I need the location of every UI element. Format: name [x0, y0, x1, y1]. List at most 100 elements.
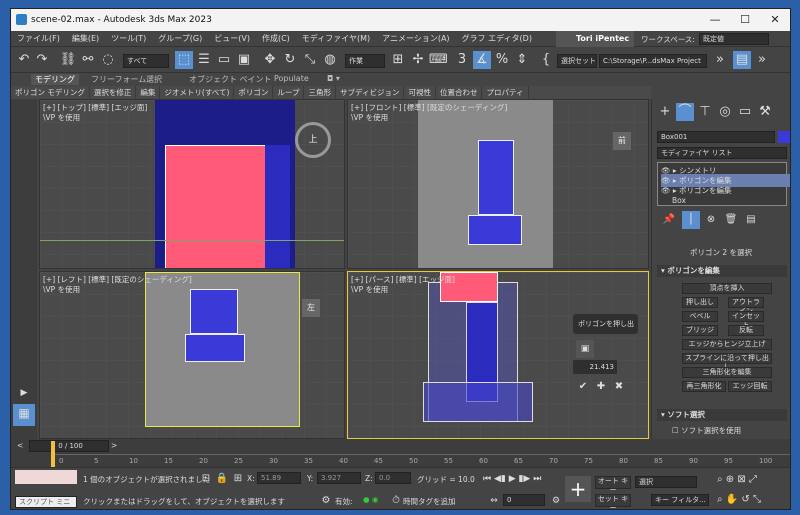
tab-populate[interactable]: Populate	[274, 74, 309, 83]
absolute-mode-icon[interactable]: ⊞	[229, 470, 247, 488]
hierarchy-tab-icon[interactable]: ⊤	[696, 103, 714, 121]
close-button[interactable]: ✕	[761, 12, 789, 28]
ribbon-poly-modeling[interactable]: ポリゴン モデリング	[11, 86, 90, 99]
maximize-button[interactable]: ☐	[731, 12, 759, 28]
time-cursor[interactable]	[51, 441, 55, 467]
menu-animation[interactable]: アニメーション(A)	[376, 33, 455, 44]
window-crossing-icon[interactable]: ▣	[235, 51, 253, 69]
menu-edit[interactable]: 編集(E)	[66, 33, 105, 44]
edit-triangulation-button[interactable]: 三角形化を編集	[682, 367, 772, 378]
pivot-icon[interactable]: ⊞	[389, 51, 407, 69]
place-icon[interactable]: ◍	[321, 51, 339, 69]
time-prev-icon[interactable]: <	[17, 441, 23, 450]
caddy-height-field[interactable]: 21.413	[573, 360, 617, 374]
caddy-cancel-icon[interactable]: ✖	[610, 378, 628, 396]
use-soft-selection-checkbox[interactable]: ☐ ソフト選択を使用	[672, 425, 741, 436]
caddy-ok-icon[interactable]: ✔	[574, 378, 592, 396]
z-coordinate-field[interactable]: 0.0	[375, 472, 411, 484]
extrude-along-spline-button[interactable]: スプラインに沿って押し出し	[682, 353, 772, 371]
rect-selection-icon[interactable]: ▭	[215, 51, 233, 69]
workspace-select[interactable]: 既定値	[699, 33, 769, 45]
show-end-result-icon[interactable]: ⎮	[682, 211, 700, 229]
enabled-indicator[interactable]: ● ◉	[363, 495, 378, 504]
time-next-icon[interactable]: >	[111, 441, 117, 450]
current-frame-field[interactable]: 0	[503, 494, 545, 506]
menu-file[interactable]: ファイル(F)	[11, 33, 66, 44]
bridge-button[interactable]: ブリッジ	[682, 325, 718, 336]
extrude-button[interactable]: 押し出し	[682, 297, 718, 308]
reference-coordinate-dropdown[interactable]: 作業	[345, 54, 385, 68]
ribbon-triangles[interactable]: 三角形	[304, 86, 336, 99]
maxscript-mini-listener[interactable]: スクリプト ミニ リス	[15, 496, 77, 509]
select-object-icon[interactable]: ⬚	[175, 51, 193, 69]
key-mode-icon[interactable]: ⇔	[485, 492, 503, 509]
ribbon-edit[interactable]: 編集	[136, 86, 161, 99]
move-icon[interactable]: ✥	[261, 51, 279, 69]
maxscript-listener-input[interactable]	[15, 470, 77, 484]
outline-button[interactable]: アウトライン	[728, 297, 764, 315]
caddy-mode-icon[interactable]: ▣	[576, 340, 594, 358]
snap-toggle-icon[interactable]: 3	[453, 51, 471, 69]
insert-vertex-button[interactable]: 頂点を挿入	[682, 283, 772, 294]
ribbon-modify-selection[interactable]: 選択を修正	[90, 86, 137, 99]
ribbon-properties[interactable]: プロパティ	[482, 86, 529, 99]
menu-view[interactable]: ビュー(V)	[208, 33, 256, 44]
viewport-perspective[interactable]: [+] [パース] [標準] [エッジ面] \VP を使用 ポリゴンを押し出し …	[347, 271, 649, 439]
viewport-nav-controls-2[interactable]: ⌕ ✋ ↺ ⤡	[717, 494, 761, 505]
ribbon-polygons[interactable]: ポリゴン	[234, 86, 274, 99]
project-path[interactable]: C:\Storage\P...dsMax Project	[599, 54, 707, 68]
viewcube-left[interactable]: 左	[302, 299, 320, 317]
viewport-layout-icon[interactable]: ▦	[13, 404, 35, 426]
tab-object-paint[interactable]: オブジェクト ペイント	[189, 74, 272, 85]
y-coordinate-field[interactable]: 3.927	[317, 472, 361, 484]
edit-named-selection-icon[interactable]: {	[537, 51, 555, 69]
playback-controls[interactable]: ⏮ ◀▮ ▶ ▮▶ ⏭	[483, 474, 541, 484]
spinner-snap-icon[interactable]: ⇕	[513, 51, 531, 69]
ribbon-visibility[interactable]: 可視性	[404, 86, 436, 99]
ribbon-geometry-all[interactable]: ジオメトリ(すべて)	[160, 86, 235, 99]
timeline-ruler[interactable]: 0 5 10 15 20 25 30 35 40 45 50 55 60 65 70 75 80 85 90 95 10…	[51, 441, 790, 467]
auto-key-button[interactable]: オート キー	[595, 476, 631, 494]
retriangulate-button[interactable]: 再三角形化	[682, 381, 726, 392]
display-tab-icon[interactable]: ▭	[736, 103, 754, 121]
object-name-field[interactable]: Box001	[657, 131, 775, 143]
adaptive-degradation-icon[interactable]: ⚙	[317, 492, 335, 509]
menu-group[interactable]: グループ(G)	[152, 33, 208, 44]
key-filters-button[interactable]: キー フィルタ...	[651, 494, 709, 506]
scale-icon[interactable]: ⤡	[301, 51, 319, 69]
selection-set-dropdown[interactable]: 選択	[635, 476, 697, 488]
ribbon-options-icon[interactable]: ◘ ▾	[327, 74, 340, 83]
stack-item[interactable]: Box	[672, 194, 790, 207]
ribbon-loops[interactable]: ループ	[273, 86, 305, 99]
keyboard-shortcut-icon[interactable]: ⌨	[429, 51, 448, 69]
create-tab-icon[interactable]: +	[656, 103, 674, 121]
viewport-top[interactable]: [+] [トップ] [標準] [エッジ面] \VP を使用 上	[39, 99, 345, 269]
bind-space-warp-icon[interactable]: ◌	[99, 51, 117, 69]
hinge-from-edge-button[interactable]: エッジからヒンジ立上げ	[682, 339, 772, 350]
viewcube-front[interactable]: 前	[613, 132, 631, 150]
edit-poly-rollout[interactable]: ▾ ポリゴンを編集	[657, 265, 787, 277]
flip-button[interactable]: 反転	[728, 325, 764, 336]
time-slider-thumb[interactable]: 0 / 100	[29, 440, 109, 452]
toolbar-more-icon[interactable]: »	[753, 51, 771, 69]
motion-tab-icon[interactable]: ◎	[716, 103, 734, 121]
menu-tools[interactable]: ツール(T)	[105, 33, 152, 44]
soft-selection-rollout[interactable]: ▾ ソフト選択	[657, 409, 787, 421]
turn-button[interactable]: エッジ回転	[728, 381, 772, 392]
caddy-apply-icon[interactable]: ✚	[592, 378, 610, 396]
unlink-icon[interactable]: ⚯	[79, 51, 97, 69]
tab-freeform[interactable]: フリーフォーム	[91, 74, 146, 85]
minimize-button[interactable]: —	[701, 12, 729, 28]
viewport-left[interactable]: [+] [レフト] [標準] [既定のシェーディング] \VP を使用 左	[39, 271, 345, 439]
select-manipulate-icon[interactable]: ✢	[409, 51, 427, 69]
menu-graph-editors[interactable]: グラフ エディタ(D)	[456, 33, 538, 44]
select-by-name-icon[interactable]: ☰	[195, 51, 213, 69]
save-icon[interactable]: ▤	[733, 51, 751, 69]
set-key-icon[interactable]: +	[565, 476, 591, 502]
modify-tab-icon[interactable]: ⌒	[676, 103, 694, 121]
set-key-button[interactable]: セット キー	[595, 494, 631, 509]
link-icon[interactable]: ⛓	[59, 51, 77, 69]
menu-create[interactable]: 作成(C)	[256, 33, 296, 44]
make-unique-icon[interactable]: ⊗	[702, 211, 720, 229]
rotate-icon[interactable]: ↻	[281, 51, 299, 69]
